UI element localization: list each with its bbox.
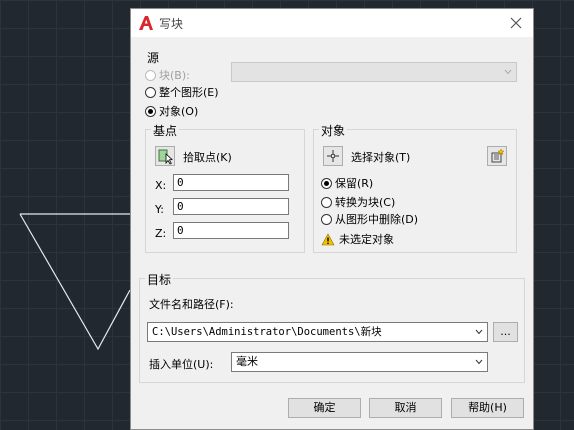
no-objects-warning: 未选定对象	[321, 231, 394, 247]
convert-to-block-radio[interactable]: 转换为块(C)	[321, 194, 395, 210]
pick-point-label: 拾取点(K)	[183, 151, 232, 164]
file-path-label: 文件名和路径(F):	[149, 298, 234, 311]
convert-to-block-label: 转换为块(C)	[335, 196, 396, 209]
delete-from-drawing-radio[interactable]: 从图形中删除(D)	[321, 211, 418, 227]
destination-label: 目标	[145, 271, 174, 288]
chevron-down-icon	[475, 359, 483, 365]
objects-radio-label: 对象(O)	[159, 105, 199, 118]
y-coord-label: Y:	[155, 203, 164, 216]
x-coord-label: X:	[155, 179, 167, 192]
crosshair-icon	[327, 150, 339, 162]
objects-radio[interactable]: 对象(O)	[145, 103, 198, 119]
insert-units-select[interactable]: 毫米	[231, 352, 488, 372]
retain-radio-button[interactable]	[321, 177, 332, 189]
file-path-combo[interactable]: C:\Users\Administrator\Documents\新块	[147, 322, 488, 342]
whole-drawing-radio-button[interactable]	[145, 86, 156, 98]
file-path-value: C:\Users\Administrator\Documents\新块	[152, 326, 382, 338]
x-coord-input[interactable]: 0	[173, 174, 289, 191]
delete-from-drawing-label: 从图形中删除(D)	[335, 213, 419, 226]
convert-to-block-radio-button[interactable]	[321, 196, 332, 208]
z-coord-label: Z:	[155, 227, 167, 240]
objects-group-label: 对象	[319, 122, 348, 139]
retain-radio[interactable]: 保留(R)	[321, 175, 373, 191]
ok-button[interactable]: 确定	[288, 398, 361, 418]
block-radio-label: 块(B):	[159, 69, 190, 82]
pick-point-button[interactable]	[155, 146, 175, 166]
objects-radio-button[interactable]	[145, 105, 156, 117]
source-group-label: 源	[145, 49, 162, 66]
block-radio-button[interactable]	[145, 69, 156, 81]
chevron-down-icon	[475, 329, 483, 335]
base-point-label: 基点	[151, 122, 180, 139]
cancel-button[interactable]: 取消	[369, 398, 442, 418]
whole-drawing-label: 整个图形(E)	[159, 86, 219, 99]
browse-button[interactable]: ...	[493, 322, 518, 342]
chevron-down-icon	[504, 69, 512, 75]
quick-select-button[interactable]	[487, 146, 507, 166]
whole-drawing-radio[interactable]: 整个图形(E)	[145, 84, 219, 100]
insert-units-value: 毫米	[236, 355, 258, 368]
warning-text: 未选定对象	[339, 233, 394, 246]
dialog-title: 写块	[159, 17, 184, 31]
write-block-dialog: 写块 源 块(B): 整个图形(E) 对象(O) 基点 拾取点(K) X: 0 …	[130, 8, 534, 430]
select-objects-label: 选择对象(T)	[351, 151, 411, 164]
close-icon[interactable]	[507, 14, 525, 32]
z-coord-input[interactable]: 0	[173, 222, 289, 239]
y-coord-input[interactable]: 0	[173, 198, 289, 215]
delete-from-drawing-radio-button[interactable]	[321, 213, 332, 225]
title-bar: 写块	[131, 9, 533, 37]
autocad-logo-icon	[139, 16, 153, 30]
insert-units-label: 插入单位(U):	[149, 358, 214, 371]
help-button[interactable]: 帮助(H)	[451, 398, 524, 418]
block-name-select[interactable]	[231, 62, 517, 82]
pick-point-icon	[158, 149, 173, 165]
warning-icon	[321, 232, 335, 245]
select-objects-button[interactable]	[323, 146, 343, 166]
block-radio[interactable]: 块(B):	[145, 67, 190, 83]
quick-select-icon	[491, 148, 505, 163]
retain-label: 保留(R)	[335, 177, 374, 190]
